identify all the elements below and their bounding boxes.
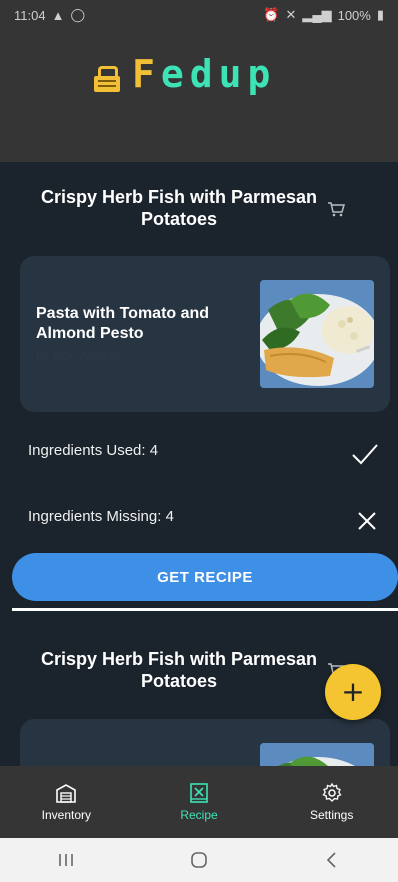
ingredients-used-text: Ingredients Used: 4: [28, 442, 159, 459]
recipe-name: Pasta with Tomato and Almond Pesto: [36, 305, 210, 342]
recipe-preview-card[interactable]: Pasta with Tomato and Almond Pesto by Bo…: [20, 256, 390, 412]
ingredients-missing-text: Ingredients Missing: 4: [28, 508, 174, 525]
toolbox-logo-icon: [92, 64, 124, 94]
recent-apps-button[interactable]: [46, 845, 86, 875]
card-title: Crispy Herb Fish with Parmesan Potatoes: [40, 649, 318, 691]
nav-recipe[interactable]: Recipe: [133, 766, 266, 838]
bottom-navigation: Inventory Recipe Settings: [0, 766, 398, 838]
logo-text: Fedup: [132, 52, 276, 96]
back-chevron-icon: [326, 852, 336, 868]
app-logo: Fedup: [92, 52, 276, 96]
nav-settings-label: Settings: [310, 808, 354, 822]
back-button[interactable]: [312, 845, 352, 875]
plus-icon: +: [341, 675, 365, 708]
recipe-image: [260, 280, 374, 388]
signal-icon: ▂▄▆: [302, 7, 332, 22]
card-title: Crispy Herb Fish with Parmesan Potatoes: [40, 187, 318, 229]
garage-icon: [56, 784, 77, 803]
nav-recipe-label: Recipe: [180, 808, 218, 822]
home-button[interactable]: [179, 845, 219, 875]
card-divider: [12, 608, 398, 611]
system-navigation-bar: [0, 838, 398, 882]
whatsapp-icon: ◯: [70, 7, 86, 22]
recipe-source: by Bon Appetit: [36, 348, 120, 363]
logo-letter-f: F: [132, 52, 161, 96]
home-icon: [191, 852, 207, 868]
warning-icon: ▲: [51, 7, 65, 23]
logo-rest: edup: [160, 52, 277, 96]
nav-settings[interactable]: Settings: [265, 766, 398, 838]
status-time: 11:04: [14, 7, 46, 23]
nav-inventory-label: Inventory: [41, 808, 92, 822]
recipe-image: [260, 743, 374, 766]
recipe-preview-card[interactable]: [20, 719, 390, 766]
battery-icon: ▮: [376, 7, 384, 22]
get-recipe-button[interactable]: GET RECIPE: [12, 553, 398, 601]
recipe-book-icon: [190, 783, 208, 803]
close-icon: [358, 512, 376, 530]
nav-inventory[interactable]: Inventory: [0, 766, 133, 838]
gear-icon: [322, 782, 342, 802]
battery-percent: 100%: [337, 7, 371, 23]
alarm-icon: ⏰: [263, 7, 280, 22]
status-left: 11:04 ▲ ◯: [14, 7, 85, 23]
mute-icon: ✕: [285, 7, 297, 22]
cart-icon[interactable]: [327, 201, 345, 217]
add-fab-button[interactable]: +: [325, 664, 381, 720]
app-header: Fedup: [0, 30, 398, 162]
recent-apps-icon: [59, 854, 74, 866]
check-icon: [352, 444, 378, 465]
status-bar: 11:04 ▲ ◯ ⏰ ✕ ▂▄▆ 100% ▮: [0, 0, 398, 30]
status-right: ⏰ ✕ ▂▄▆ 100% ▮: [263, 7, 384, 23]
